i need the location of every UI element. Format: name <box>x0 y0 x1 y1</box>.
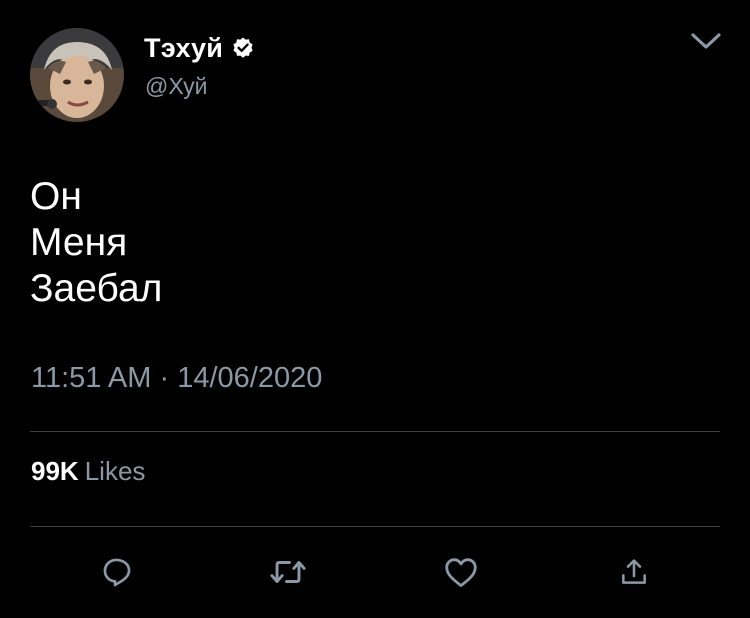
avatar[interactable] <box>30 28 124 122</box>
reply-button[interactable] <box>97 552 137 592</box>
meta-separator: · <box>159 362 170 394</box>
tweet-line: Он <box>30 175 82 218</box>
tweet-date: 14/06/2020 <box>177 362 323 394</box>
likes-stat[interactable]: 99K Likes <box>31 456 145 487</box>
retweet-button[interactable] <box>268 552 308 592</box>
share-icon <box>622 559 646 584</box>
divider <box>30 526 720 527</box>
likes-count: 99K <box>31 456 79 486</box>
tweet-time: 11:51 AM <box>31 362 152 394</box>
user-handle[interactable]: @Хуй <box>145 73 208 100</box>
tweet-timestamp[interactable]: 11:51 AM · 14/06/2020 <box>31 362 322 395</box>
verified-badge-icon <box>231 36 255 60</box>
author-name-row[interactable]: Тэхуй <box>144 32 255 64</box>
reply-icon <box>103 558 131 587</box>
chevron-down-icon[interactable] <box>690 30 722 52</box>
share-button[interactable] <box>614 552 654 592</box>
tweet-text: Он Меня Заебал <box>30 174 720 312</box>
retweet-icon <box>270 561 306 583</box>
tweet-line: Меня <box>30 221 128 264</box>
avatar-photo <box>30 28 124 122</box>
like-button[interactable] <box>441 552 481 592</box>
divider <box>30 431 720 432</box>
like-icon <box>445 558 477 587</box>
tweet-line: Заебал <box>30 267 163 310</box>
likes-label: Likes <box>84 456 146 486</box>
display-name[interactable]: Тэхуй <box>144 33 223 64</box>
